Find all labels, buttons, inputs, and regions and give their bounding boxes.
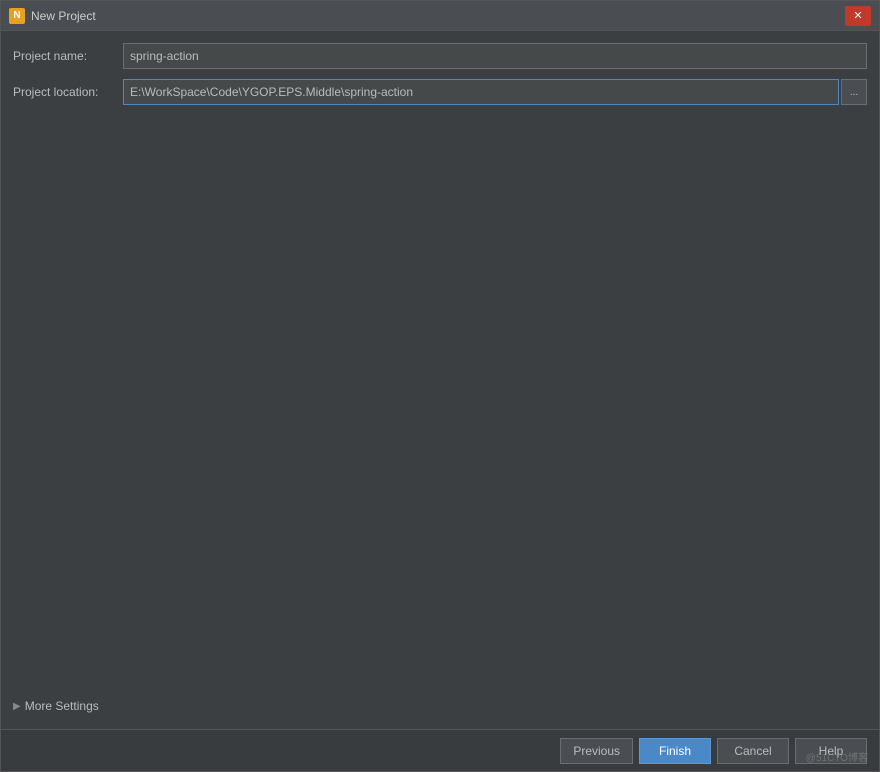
finish-button[interactable]: Finish <box>639 738 711 764</box>
project-location-input[interactable] <box>123 79 839 105</box>
cancel-button[interactable]: Cancel <box>717 738 789 764</box>
more-settings-arrow-icon: ▶ <box>13 701 21 712</box>
location-input-wrapper: ... <box>123 79 867 105</box>
browse-button[interactable]: ... <box>841 79 867 105</box>
dialog-content: Project name: Project location: ... ▶ Mo… <box>1 31 879 771</box>
more-settings-label: More Settings <box>25 699 99 713</box>
button-bar: Previous Finish Cancel Help <box>1 729 879 771</box>
main-area <box>13 115 867 691</box>
project-name-row: Project name: <box>13 43 867 69</box>
project-name-input[interactable] <box>123 43 867 69</box>
footer: ▶ More Settings Previous Finish Cancel H… <box>13 691 867 771</box>
titlebar-left: N New Project <box>9 8 96 24</box>
close-button[interactable]: ✕ <box>845 6 871 26</box>
new-project-dialog: N New Project ✕ Project name: Project lo… <box>0 0 880 772</box>
app-icon: N <box>9 8 25 24</box>
titlebar-controls: ✕ <box>845 6 871 26</box>
project-location-row: Project location: ... <box>13 79 867 105</box>
window-title: New Project <box>31 9 96 23</box>
project-location-label: Project location: <box>13 85 123 99</box>
titlebar: N New Project ✕ <box>1 1 879 31</box>
previous-button[interactable]: Previous <box>560 738 633 764</box>
more-settings-section[interactable]: ▶ More Settings <box>13 691 867 721</box>
project-name-label: Project name: <box>13 49 123 63</box>
watermark: @51CTO博客 <box>806 749 868 764</box>
